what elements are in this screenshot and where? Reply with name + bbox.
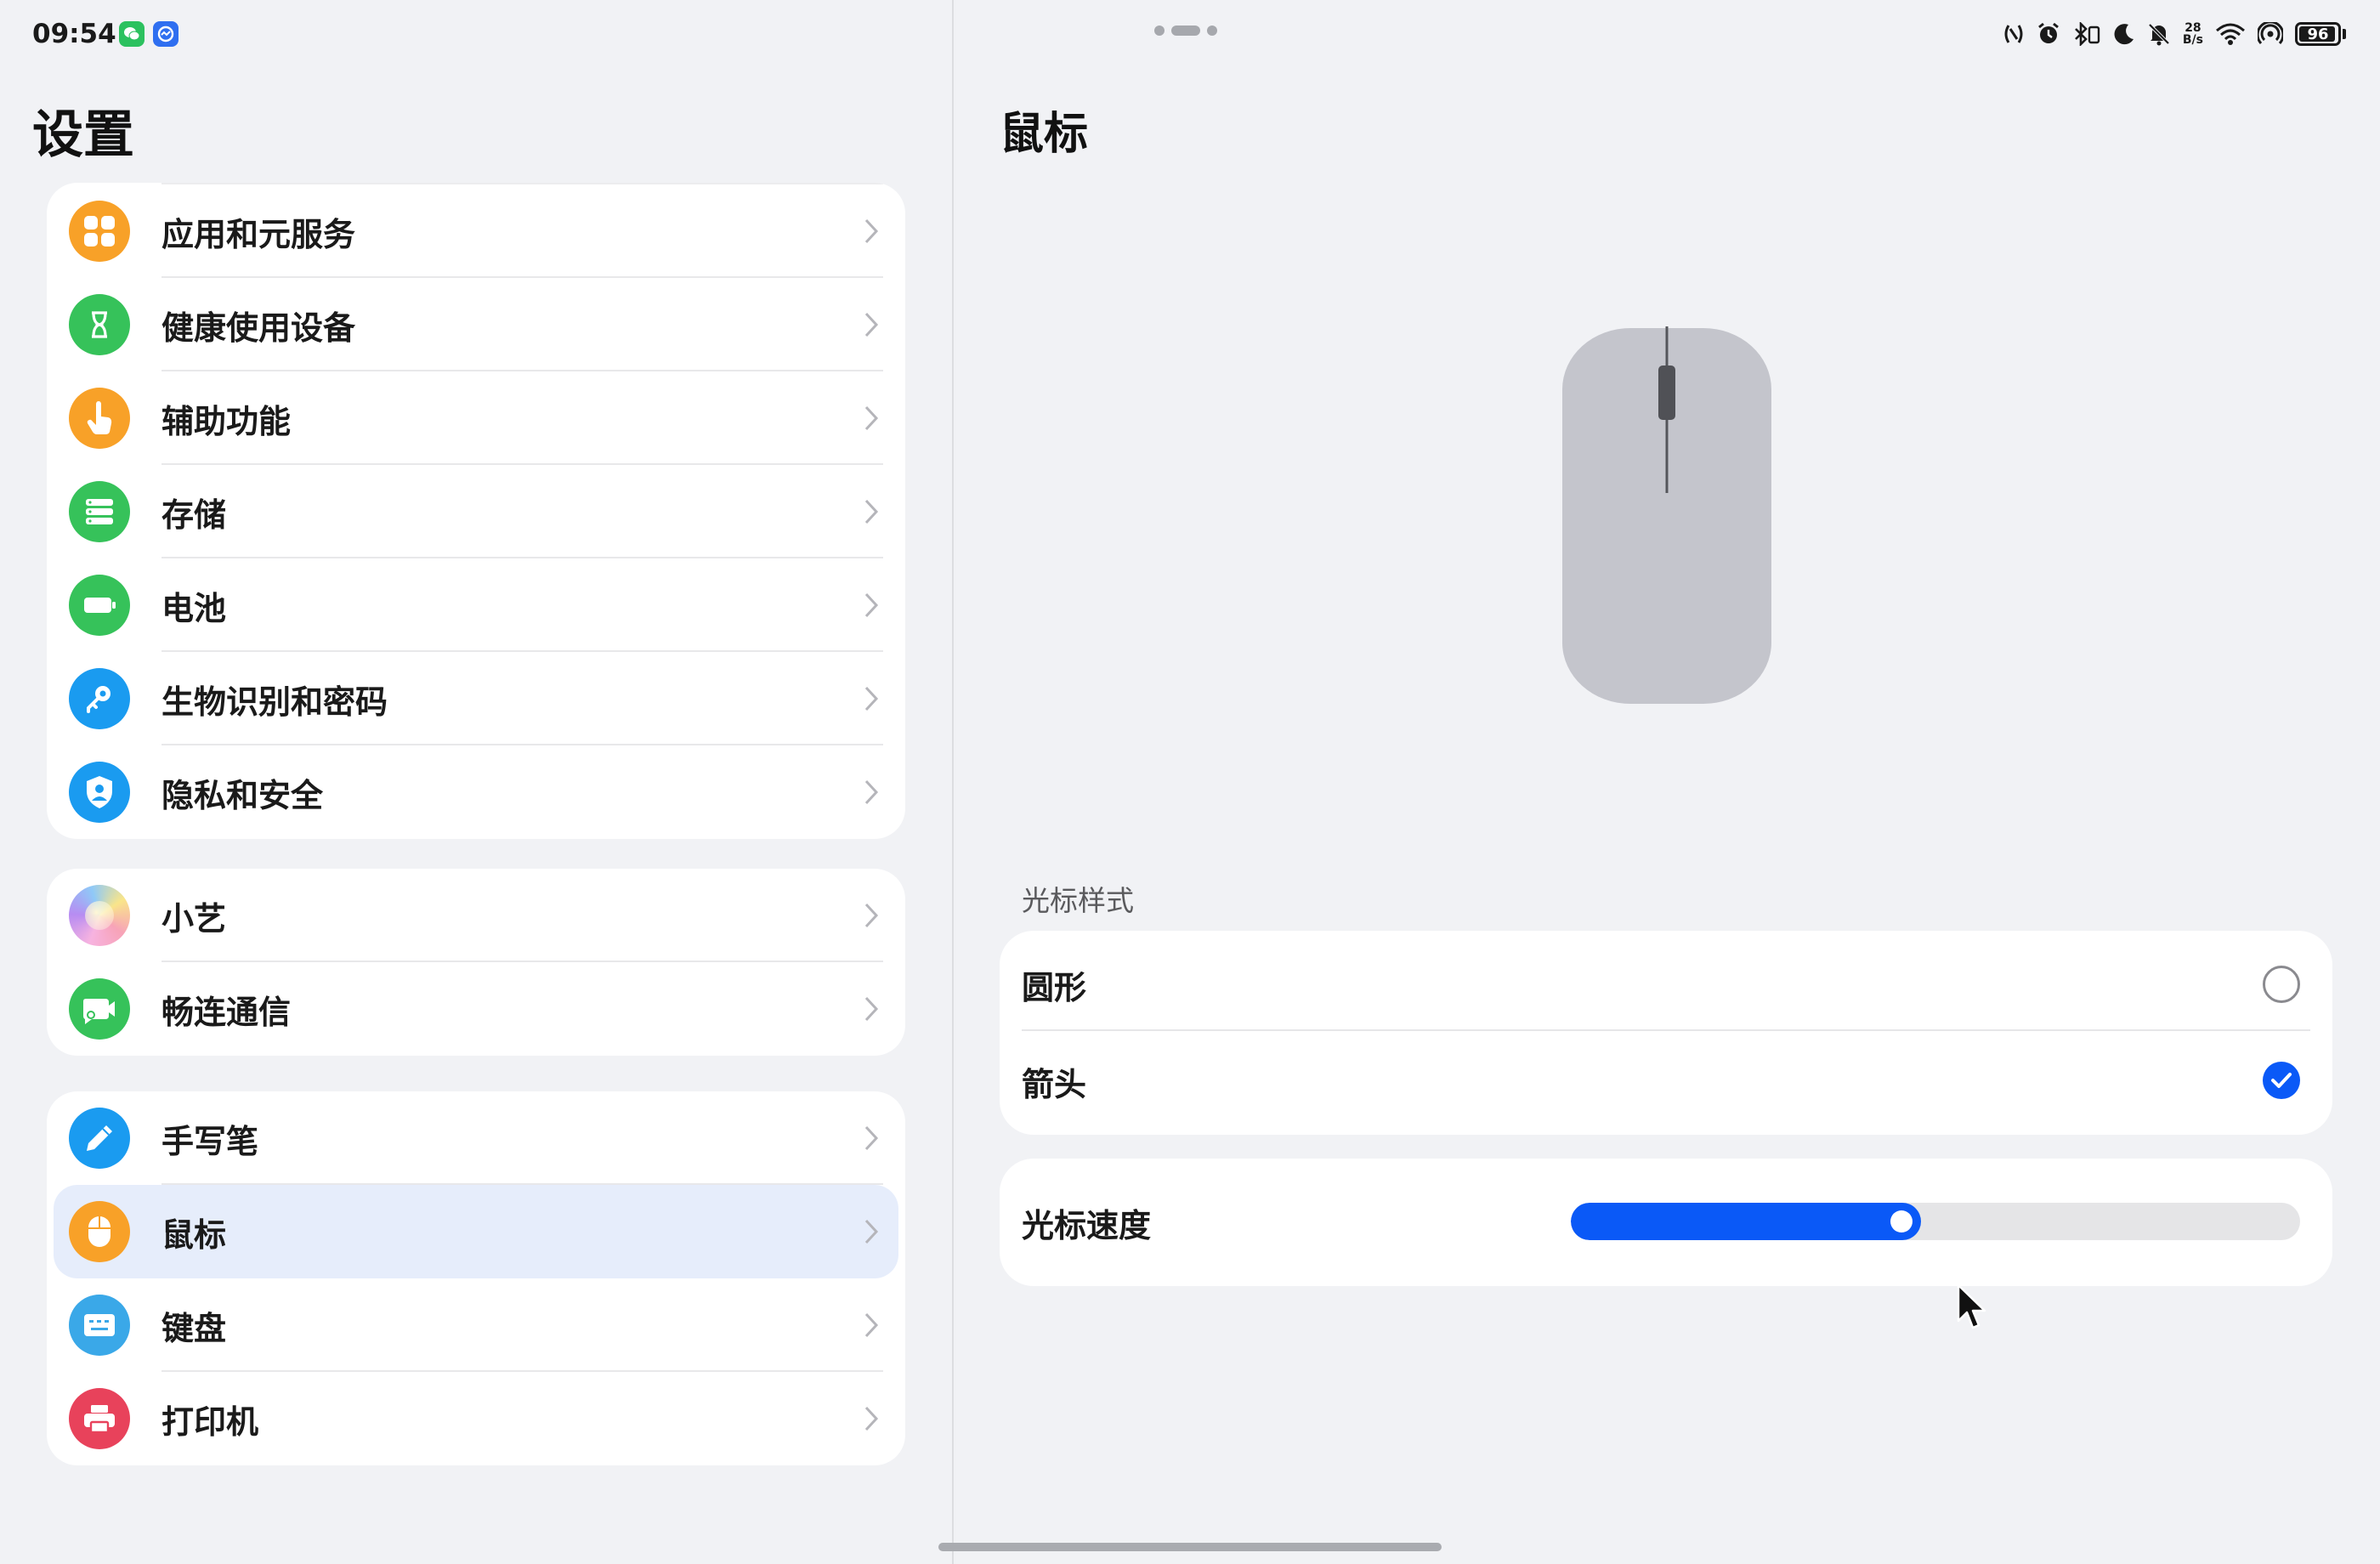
chevron-right-icon <box>864 686 879 711</box>
chevron-right-icon <box>864 779 879 805</box>
sidebar-item-label: 电池 <box>162 589 227 627</box>
sidebar-item-xiaoyi[interactable]: 小艺 <box>47 869 905 962</box>
printer-icon <box>69 1388 130 1449</box>
hourglass-icon <box>69 294 130 355</box>
cursor-speed-slider[interactable] <box>1571 1203 2300 1240</box>
sidebar-item-mouse[interactable]: 鼠标 <box>54 1185 898 1278</box>
sidebar-item-label: 打印机 <box>162 1402 259 1441</box>
option-circle-label: 圆形 <box>1022 969 1087 1006</box>
network-speed-value: 28 <box>2184 21 2202 35</box>
cursor-speed-card: 光标速度 <box>1000 1159 2332 1286</box>
wifi-icon <box>2216 23 2245 45</box>
key-icon <box>69 668 130 729</box>
cursor-speed-label: 光标速度 <box>1022 1207 1152 1244</box>
sidebar-item-biometrics[interactable]: 生物识别和密码 <box>47 652 905 745</box>
sidebar-item-label: 手写笔 <box>162 1122 259 1160</box>
sidebar-item-printer[interactable]: 打印机 <box>47 1372 905 1465</box>
sidebar-item-accessibility[interactable]: 辅助功能 <box>47 371 905 465</box>
status-icons: 28 B/s 96 <box>2003 22 2346 46</box>
chevron-right-icon <box>864 1125 879 1151</box>
radio-arrow[interactable] <box>2263 1062 2300 1099</box>
radio-circle[interactable] <box>2263 966 2300 1003</box>
sidebar-item-privacy[interactable]: 隐私和安全 <box>47 745 905 839</box>
xiaoyi-icon <box>69 885 130 946</box>
sidebar-item-label: 应用和元服务 <box>162 215 356 253</box>
battery-tip <box>2343 29 2346 39</box>
mouse-pointer-icon <box>1957 1284 1986 1329</box>
sidebar-item-label: 生物识别和密码 <box>162 683 388 721</box>
sidebar-item-label: 辅助功能 <box>162 402 292 440</box>
apps-icon <box>69 201 130 262</box>
moon-icon <box>2114 24 2134 45</box>
sidebar-item-keyboard[interactable]: 键盘 <box>47 1278 905 1372</box>
sidebar-item-label: 鼠标 <box>162 1216 227 1254</box>
status-time: 09:54 <box>32 19 116 49</box>
home-indicator[interactable] <box>938 1543 1442 1551</box>
chevron-right-icon <box>864 903 879 928</box>
chevron-right-icon <box>864 1219 879 1244</box>
keyboard-icon <box>69 1295 130 1356</box>
option-circle[interactable]: 圆形 <box>1000 931 2332 1031</box>
settings-group-2: 小艺 畅连通信 <box>47 869 905 1056</box>
sidebar-item-label: 畅连通信 <box>162 993 292 1031</box>
option-arrow-label: 箭头 <box>1022 1066 1087 1103</box>
sidebar-item-label: 存储 <box>162 496 227 534</box>
shield-icon <box>69 762 130 823</box>
chevron-right-icon <box>864 1312 879 1338</box>
battery-percent: 96 <box>2307 25 2329 43</box>
sidebar-item-digital-balance[interactable]: 健康使用设备 <box>47 278 905 371</box>
sidebar-item-label: 隐私和安全 <box>162 776 324 814</box>
alarm-icon <box>2037 22 2059 43</box>
cursor-style-label: 光标样式 <box>1022 884 1134 917</box>
slider-fill <box>1571 1203 1921 1240</box>
battery-indicator: 96 <box>2295 22 2341 46</box>
chevron-right-icon <box>864 1406 879 1431</box>
sidebar-item-stylus[interactable]: 手写笔 <box>47 1091 905 1185</box>
chevron-right-icon <box>864 312 879 337</box>
sidebar-item-apps[interactable]: 应用和元服务 <box>47 184 905 278</box>
chevron-right-icon <box>864 592 879 618</box>
settings-title: 设置 <box>32 105 134 165</box>
hotspot-icon <box>2258 22 2283 45</box>
chevron-right-icon <box>864 405 879 431</box>
cursor-style-card: 圆形 箭头 <box>1000 931 2332 1135</box>
video-call-icon <box>69 978 130 1040</box>
sidebar-item-label: 健康使用设备 <box>162 309 356 347</box>
sidebar-item-meetime[interactable]: 畅连通信 <box>47 962 905 1056</box>
multitask-handle[interactable] <box>1154 26 1217 36</box>
mouse-icon <box>69 1201 130 1262</box>
bluetooth-icon <box>2074 22 2100 46</box>
sidebar-item-storage[interactable]: 存储 <box>47 465 905 558</box>
sidebar-item-battery[interactable]: 电池 <box>47 558 905 652</box>
settings-group-3: 手写笔 鼠标 键盘 打印机 <box>47 1091 905 1465</box>
sidebar-item-label: 键盘 <box>162 1309 227 1347</box>
chevron-right-icon <box>864 218 879 244</box>
option-arrow[interactable]: 箭头 <box>1000 1031 2332 1133</box>
mouse-illustration <box>1562 326 1771 704</box>
sidebar-item-label: 小艺 <box>162 899 227 938</box>
storage-icon <box>69 481 130 542</box>
hand-icon <box>69 388 130 449</box>
pen-icon <box>69 1108 130 1169</box>
check-icon <box>2271 1073 2292 1088</box>
mute-icon <box>2148 23 2170 46</box>
panel-divider <box>952 0 954 1564</box>
battery-icon <box>69 575 130 636</box>
nfc-icon <box>2004 25 2023 43</box>
chevron-right-icon <box>864 499 879 524</box>
chevron-right-icon <box>864 996 879 1022</box>
wechat-icon <box>119 21 144 47</box>
network-speed-unit: B/s <box>2182 33 2203 47</box>
monitor-app-icon <box>153 21 178 47</box>
slider-thumb[interactable] <box>1890 1210 1912 1232</box>
settings-group-1: 应用和元服务 健康使用设备 辅助功能 存储 电池 生物识别和密码 隐私和安全 <box>47 183 905 839</box>
network-speed: 28 B/s <box>2183 22 2203 46</box>
page-title: 鼠标 <box>1000 109 1089 160</box>
